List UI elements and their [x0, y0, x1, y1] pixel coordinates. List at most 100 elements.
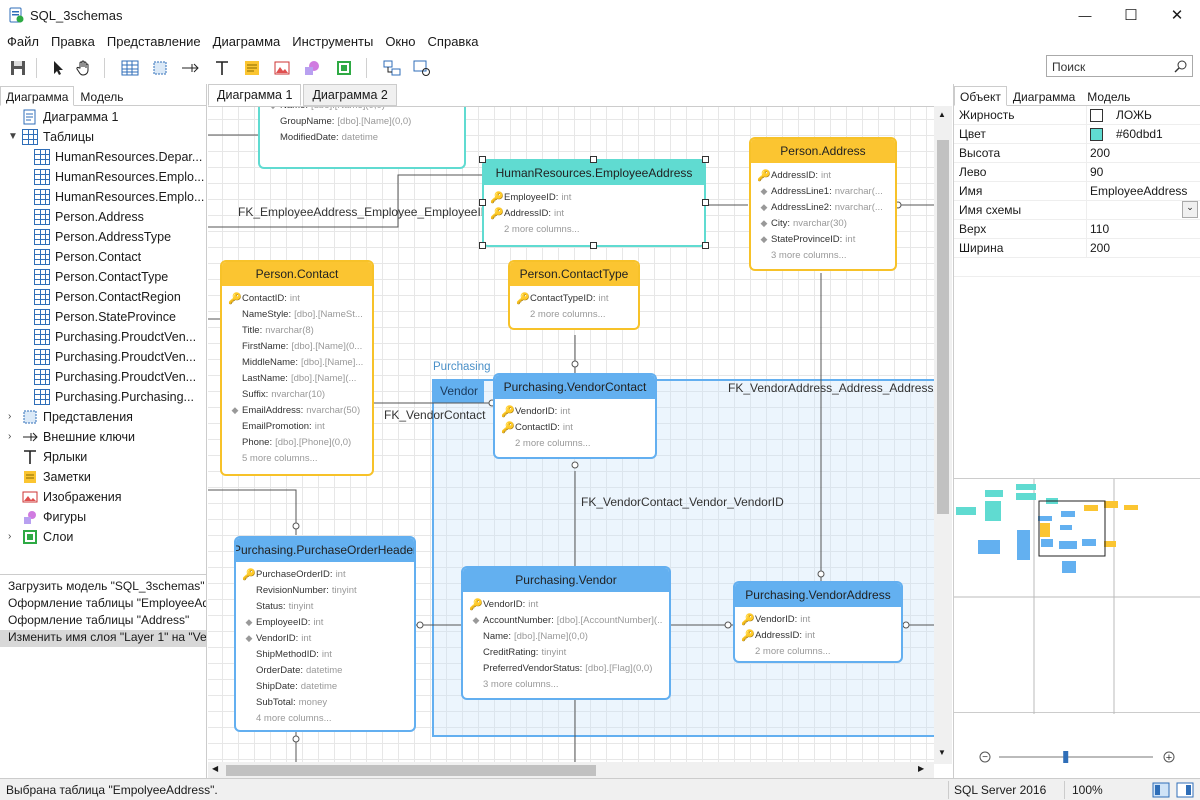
minimize-button[interactable]: —	[1062, 0, 1108, 30]
resize-handle[interactable]	[479, 199, 486, 206]
chevron-right-icon[interactable]: ›	[8, 411, 11, 422]
scroll-up-icon[interactable]: ▲	[938, 110, 946, 119]
tree-item-table[interactable]: Person.Contact	[34, 247, 141, 267]
column-row[interactable]: Phone: [dbo].[Phone](0,0)	[228, 434, 366, 450]
menu-edit[interactable]: Правка	[48, 34, 98, 49]
column-row[interactable]: Suffix: nvarchar(10)	[228, 386, 366, 402]
fk-label[interactable]: FK_VendorAddress_Address_AddressID	[728, 381, 934, 395]
tab-model-props[interactable]: Модель	[1081, 86, 1136, 105]
column-row[interactable]: RevisionNumber: tinyint	[242, 582, 408, 598]
scroll-left-icon[interactable]: ◀	[212, 764, 218, 773]
tree-item-views[interactable]: Представления	[22, 407, 133, 427]
tree-item-images[interactable]: Изображения	[22, 487, 122, 507]
column-row[interactable]: 🔑 VendorID: int	[501, 403, 649, 419]
note-icon[interactable]	[242, 58, 262, 78]
history-item-selected[interactable]: Изменить имя слоя "Layer 1" на "Ven	[0, 630, 206, 647]
menu-view[interactable]: Представление	[104, 34, 204, 49]
tree-item-table[interactable]: HumanResources.Emplo...	[34, 167, 204, 187]
history-item[interactable]: Оформление таблицы "EmployeeAdd	[0, 596, 206, 613]
column-row[interactable]: 🔑 AddressID: int	[757, 167, 889, 183]
layer-select-icon[interactable]	[150, 58, 170, 78]
more-columns-link[interactable]: 4 more columns...	[242, 710, 408, 726]
resize-handle[interactable]	[590, 242, 597, 249]
more-columns-link[interactable]: 5 more columns...	[228, 450, 366, 466]
entity-title[interactable]: Person.Contact	[222, 262, 372, 286]
search-icon[interactable]	[1174, 59, 1188, 73]
tree-item-table[interactable]: Purchasing.Purchasing...	[34, 387, 194, 407]
minimap[interactable]	[954, 478, 1200, 714]
column-row[interactable]: ◆ AddressLine1: nvarchar(...	[757, 183, 889, 199]
split-view-icon[interactable]	[1176, 782, 1194, 798]
fit-diagram-icon[interactable]	[412, 58, 432, 78]
column-row[interactable]: Name: [dbo].[Name](0,0)	[469, 628, 663, 644]
tree-item-labels[interactable]: Ярлыки	[22, 447, 87, 467]
column-row[interactable]: NameStyle: [dbo].[NameSt...	[228, 306, 366, 322]
column-row[interactable]: 🔑 VendorID: int	[741, 611, 895, 627]
property-value[interactable]: #60dbd1	[1086, 124, 1200, 144]
shape-icon[interactable]	[302, 58, 322, 78]
chevron-down-icon[interactable]: ▼	[8, 131, 18, 142]
property-value[interactable]: 110	[1086, 219, 1200, 239]
hand-icon[interactable]	[74, 58, 94, 78]
entity-title[interactable]: HumanResources.EmployeeAddress	[484, 161, 704, 185]
entity-vendor-address[interactable]: Purchasing.VendorAddress 🔑 VendorID: int 🔑 Ad…	[733, 581, 903, 663]
column-row[interactable]: 🔑 ContactID: int	[501, 419, 649, 435]
scrollbar-thumb[interactable]	[226, 765, 596, 776]
entity-person-address[interactable]: Person.Address 🔑 AddressID: int ◆ AddressLine…	[749, 137, 897, 271]
menu-help[interactable]: Справка	[425, 34, 482, 49]
image-icon[interactable]	[272, 58, 292, 78]
more-columns-link[interactable]: 2 more columns...	[490, 221, 698, 237]
entity-vendor-contact[interactable]: Purchasing.VendorContact 🔑 VendorID: int 🔑 Co…	[493, 373, 657, 459]
column-row[interactable]: 🔑 EmployeeID: int	[490, 189, 698, 205]
zoom-slider[interactable]: − +	[954, 744, 1200, 770]
entity-human-resources-department[interactable]: ◆Name:[dbo].[Name](0,0)GroupName:[dbo].[…	[258, 107, 466, 169]
entity-title[interactable]: Person.ContactType	[510, 262, 638, 286]
vertical-scrollbar[interactable]: ▲ ▼	[934, 106, 952, 764]
column-row[interactable]: ◆ VendorID: int	[242, 630, 408, 646]
column-row[interactable]: FirstName: [dbo].[Name](0...	[228, 338, 366, 354]
tree-item-table[interactable]: Purchasing.ProudctVen...	[34, 327, 196, 347]
resize-handle[interactable]	[479, 242, 486, 249]
property-value[interactable]: EmployeeAddress	[1086, 181, 1200, 201]
column-row[interactable]: ShipMethodID: int	[242, 646, 408, 662]
fk-label[interactable]: FK_VendorContact	[384, 408, 485, 422]
tree-item-table[interactable]: HumanResources.Depar...	[34, 147, 202, 167]
resize-handle[interactable]	[479, 156, 486, 163]
column-row[interactable]: PreferredVendorStatus: [dbo].[Flag](0,0)	[469, 660, 663, 676]
tree-item-foreign-keys[interactable]: Внешние ключи	[22, 427, 135, 447]
property-row[interactable]: Ширина 200	[954, 238, 1200, 258]
entity-employee-address[interactable]: HumanResources.EmployeeAddress 🔑 EmployeeI…	[482, 159, 706, 247]
property-value[interactable]: 200	[1086, 143, 1200, 163]
relation-line[interactable]	[208, 174, 482, 228]
chevron-down-icon[interactable]: ⌄	[1182, 200, 1198, 218]
tab-diagram-2[interactable]: Диаграмма 2	[303, 84, 397, 106]
maximize-button[interactable]: ☐	[1108, 0, 1154, 30]
pointer-icon[interactable]	[48, 58, 68, 78]
property-row[interactable]: Жирность ЛОЖЬ	[954, 105, 1200, 125]
tree-item-table[interactable]: Person.ContactType	[34, 267, 168, 287]
chevron-right-icon[interactable]: ›	[8, 531, 11, 542]
entity-title[interactable]: Purchasing.VendorContact	[495, 375, 655, 399]
scrollbar-thumb[interactable]	[937, 140, 949, 514]
checkbox[interactable]	[1090, 108, 1103, 122]
fk-label[interactable]: FK_EmployeeAddress_Employee_EmployeeID	[238, 205, 489, 219]
tab-model[interactable]: Модель	[74, 86, 129, 105]
foreign-key-icon[interactable]	[180, 58, 200, 78]
property-value[interactable]: ЛОЖЬ	[1086, 105, 1200, 125]
scroll-right-icon[interactable]: ▶	[918, 764, 924, 773]
entity-person-contact[interactable]: Person.Contact 🔑 ContactID: int NameStyle: [d…	[220, 260, 374, 476]
column-row[interactable]: 🔑 ContactID: int	[228, 290, 366, 306]
table-icon[interactable]	[120, 58, 140, 78]
property-value[interactable]: ⌄	[1086, 200, 1200, 220]
tree-item-table[interactable]: Person.Address	[34, 207, 144, 227]
column-row[interactable]: SubTotal: money	[242, 694, 408, 710]
column-row[interactable]: 🔑 AddressID: int	[490, 205, 698, 221]
history-item[interactable]: Загрузить модель "SQL_3schemas"	[0, 579, 206, 596]
column-row[interactable]: EmailPromotion: int	[228, 418, 366, 434]
column-row[interactable]: 🔑 AddressID: int	[741, 627, 895, 643]
tab-diagram[interactable]: Диаграмма	[0, 86, 75, 106]
tree-item-table[interactable]: Purchasing.ProudctVen...	[34, 347, 196, 367]
column-row[interactable]: OrderDate: datetime	[242, 662, 408, 678]
menu-diagram[interactable]: Диаграмма	[210, 34, 284, 49]
column-row[interactable]: MiddleName: [dbo].[Name]...	[228, 354, 366, 370]
